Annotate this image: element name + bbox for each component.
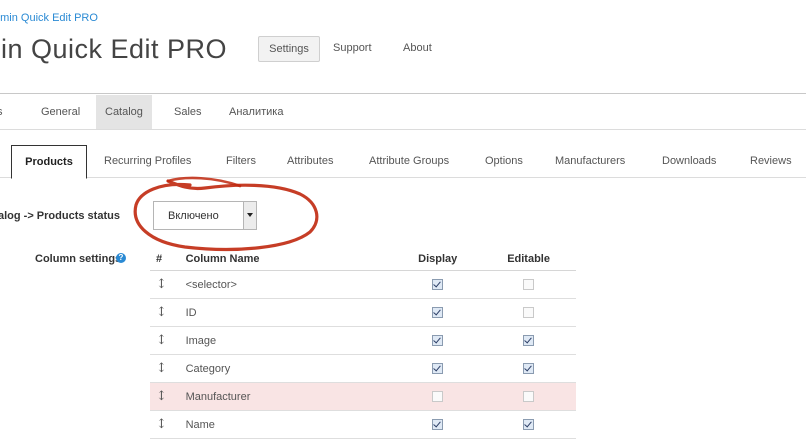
about-button[interactable]: About: [403, 36, 432, 60]
editable-checkbox[interactable]: [523, 391, 535, 403]
drag-handle-icon[interactable]: ↕: [150, 382, 186, 411]
tab-filters[interactable]: Filters: [226, 145, 256, 177]
col-header-editable: Editable: [481, 248, 576, 271]
display-checkbox[interactable]: [432, 335, 444, 347]
drag-handle-icon[interactable]: ↕: [150, 354, 186, 383]
column-settings-table: # Column Name Display Editable ↕ <selecto…: [150, 248, 576, 439]
tab-attribute-groups[interactable]: Attribute Groups: [369, 145, 449, 177]
table-row: ↕ Manufacturer: [150, 382, 576, 411]
tab-reviews[interactable]: Reviews: [750, 145, 792, 177]
column-name: Image: [185, 326, 395, 355]
tab-attributes[interactable]: Attributes: [287, 145, 333, 177]
column-name: ID: [185, 298, 395, 327]
table-row: ↕ Category: [150, 354, 576, 383]
tab-general[interactable]: General: [41, 95, 80, 129]
tab-sales[interactable]: Sales: [174, 95, 202, 129]
tab-manufacturers[interactable]: Manufacturers: [555, 145, 625, 177]
tab-recurring-profiles[interactable]: Recurring Profiles: [104, 145, 191, 177]
display-checkbox[interactable]: [432, 279, 444, 291]
column-name: <selector>: [185, 270, 395, 299]
col-header-display: Display: [394, 248, 482, 271]
header-divider: [0, 93, 806, 94]
table-row: ↕ <selector>: [150, 270, 576, 299]
display-checkbox[interactable]: [432, 391, 444, 403]
tab-downloads[interactable]: Downloads: [662, 145, 716, 177]
editable-checkbox[interactable]: [523, 419, 535, 431]
table-row: ↕ Name: [150, 410, 576, 439]
catalog-tabs: Products Recurring Profiles Filters Attr…: [0, 145, 806, 179]
drag-handle-icon[interactable]: ↕: [150, 298, 186, 327]
products-status-label: alog -> Products status: [0, 210, 120, 222]
products-status-value: Включено: [168, 210, 219, 222]
page-title: min Quick Edit PRO: [0, 34, 228, 64]
tab-products[interactable]: Products: [11, 145, 87, 179]
tab-analytics[interactable]: Аналитика: [229, 95, 283, 129]
col-header-name: Column Name: [185, 248, 395, 271]
column-settings-label: Column settings: [35, 253, 122, 265]
editable-checkbox[interactable]: [523, 335, 535, 347]
settings-button[interactable]: Settings: [258, 36, 320, 62]
products-status-select[interactable]: Включено: [153, 201, 257, 230]
display-checkbox[interactable]: [432, 419, 444, 431]
support-button[interactable]: Support: [333, 36, 372, 60]
column-name: Name: [185, 410, 395, 439]
tab-cut[interactable]: s: [0, 95, 3, 129]
table-row: ↕ ID: [150, 298, 576, 327]
table-row: ↕ Image: [150, 326, 576, 355]
tab-options[interactable]: Options: [485, 145, 523, 177]
display-checkbox[interactable]: [432, 307, 444, 319]
drag-handle-icon[interactable]: ↕: [150, 326, 186, 355]
chevron-down-icon: [243, 202, 256, 229]
main-tabs: s General Catalog Sales Аналитика: [0, 95, 806, 130]
column-name: Category: [185, 354, 395, 383]
col-header-hash: #: [150, 248, 186, 271]
editable-checkbox[interactable]: [523, 363, 535, 375]
tab-catalog[interactable]: Catalog: [96, 95, 152, 129]
column-name: Manufacturer: [185, 382, 395, 411]
help-icon[interactable]: ?: [116, 253, 126, 263]
drag-handle-icon[interactable]: ↕: [150, 270, 186, 299]
editable-checkbox[interactable]: [523, 279, 535, 291]
display-checkbox[interactable]: [432, 363, 444, 375]
drag-handle-icon[interactable]: ↕: [150, 410, 186, 439]
editable-checkbox[interactable]: [523, 307, 535, 319]
breadcrumb[interactable]: dmin Quick Edit PRO: [0, 12, 98, 24]
